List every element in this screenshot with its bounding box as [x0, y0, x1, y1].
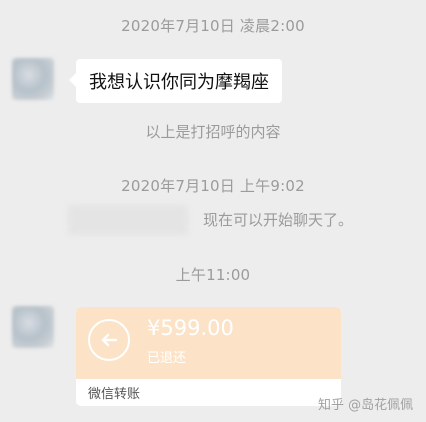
transfer-card-header: ¥599.00 已退还	[76, 307, 341, 379]
wechat-transfer-card[interactable]: ¥599.00 已退还 微信转账	[76, 307, 341, 406]
greeting-note: 以上是打招呼的内容	[145, 123, 281, 141]
greeting-bubble[interactable]: 我想认识你同为摩羯座	[69, 59, 282, 103]
return-arrow-icon	[88, 319, 130, 361]
timestamp-1: 2020年7月10日 凌晨2:00	[121, 17, 305, 35]
watermark: 知乎 @岛花佩佩	[318, 398, 414, 413]
timestamp-3: 上午11:00	[175, 266, 251, 284]
contact-avatar[interactable]	[12, 58, 54, 100]
chat-start-text: 现在可以开始聊天了。	[203, 211, 354, 229]
timestamp-2: 2020年7月10日 上午9:02	[121, 177, 305, 195]
transfer-status: 已退还	[147, 351, 187, 366]
transfer-amount: ¥599.00	[147, 316, 234, 340]
transfer-footer-label: 微信转账	[88, 387, 141, 402]
contact-avatar-2[interactable]	[12, 306, 54, 348]
blurred-contact-name	[68, 205, 188, 235]
